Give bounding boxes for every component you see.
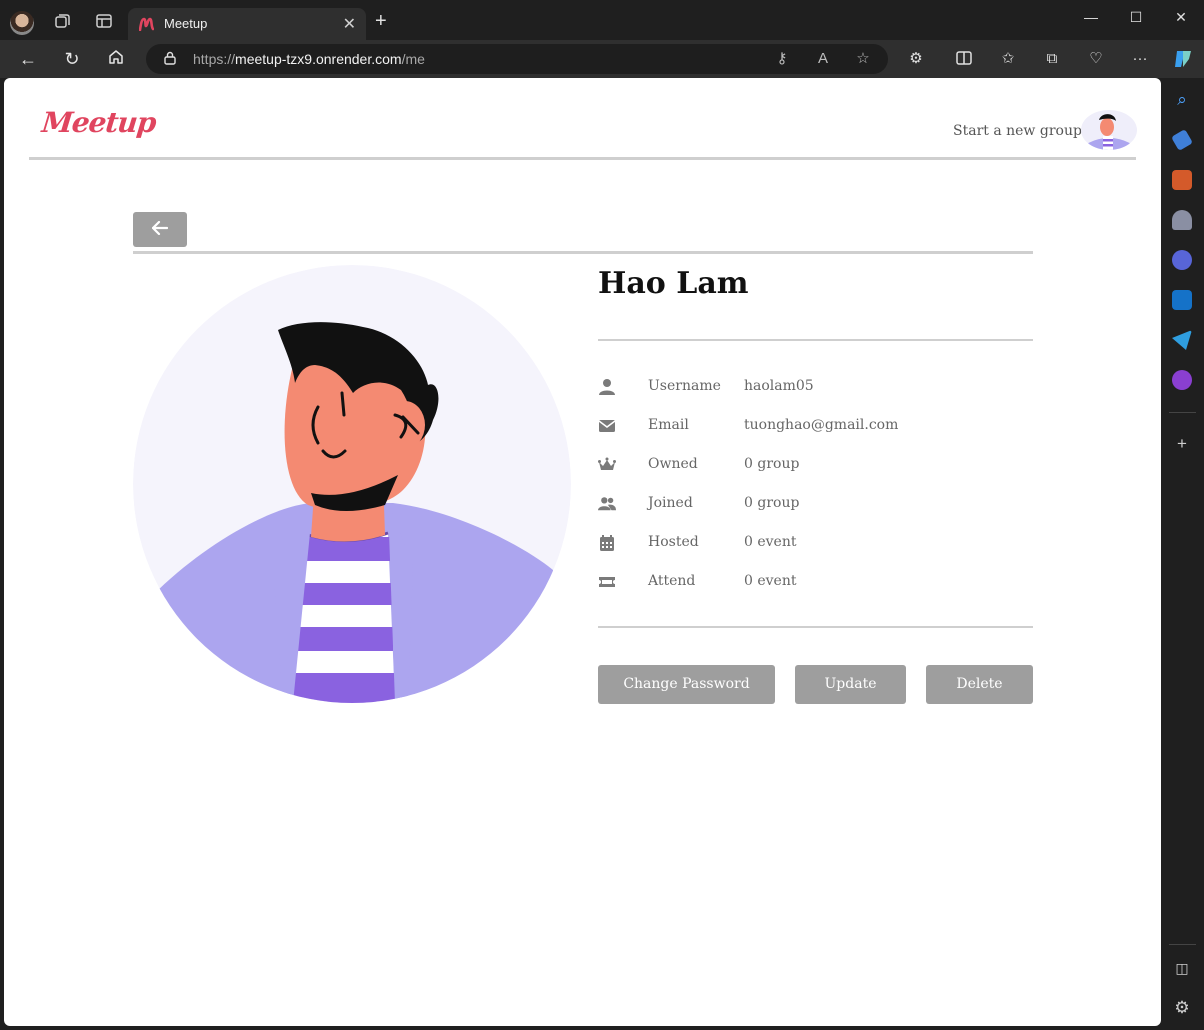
- site-header: Meetup Start a new group: [29, 78, 1137, 160]
- lock-icon[interactable]: [164, 51, 176, 65]
- divider: [598, 626, 1033, 628]
- info-value: 0 event: [744, 534, 797, 550]
- minimize-icon[interactable]: —: [1081, 7, 1101, 27]
- extensions-icon[interactable]: ⚙: [906, 49, 926, 69]
- maximize-icon[interactable]: ☐: [1126, 7, 1146, 27]
- shopping-tag-icon[interactable]: [1171, 129, 1193, 151]
- info-value: 0 group: [744, 456, 800, 472]
- divider: [133, 251, 1033, 254]
- browser-essentials-icon[interactable]: ♡: [1086, 49, 1106, 69]
- info-label: Joined: [648, 495, 693, 511]
- tab-title: Meetup: [164, 16, 208, 31]
- meetup-logo[interactable]: Meetup: [40, 106, 157, 139]
- tab-meetup[interactable]: Meetup ✕: [128, 8, 366, 40]
- address-bar[interactable]: https://meetup-tzx9.onrender.com/me ⚷ A …: [146, 44, 888, 74]
- new-tab-icon[interactable]: +: [375, 11, 387, 31]
- favorite-star-icon[interactable]: ☆: [853, 49, 873, 69]
- favorites-icon[interactable]: ✩: [998, 49, 1018, 69]
- url-scheme: https://: [193, 51, 236, 67]
- more-menu-icon[interactable]: ···: [1130, 49, 1150, 69]
- users-icon: [598, 497, 616, 511]
- start-new-group-link[interactable]: Start a new group: [953, 123, 1082, 139]
- page-viewport: Meetup Start a new group Hao Lam Usernam…: [4, 78, 1161, 1026]
- info-row-username: Username haolam05: [598, 376, 1033, 400]
- browser-toolbar: ← ↻ https://meetup-tzx9.onrender.com/me …: [0, 40, 1204, 78]
- meetup-favicon-icon: [139, 17, 154, 31]
- split-screen-icon[interactable]: [954, 49, 974, 69]
- info-value: tuonghao@gmail.com: [744, 417, 899, 433]
- search-icon[interactable]: ⌕: [1172, 90, 1192, 110]
- hide-sidebar-icon[interactable]: ◫: [1172, 958, 1192, 978]
- info-label: Hosted: [648, 534, 699, 550]
- info-row-owned: Owned 0 group: [598, 454, 1033, 478]
- close-window-icon[interactable]: ✕: [1171, 7, 1191, 27]
- info-row-email: Email tuonghao@gmail.com: [598, 415, 1033, 439]
- crown-icon: [598, 457, 616, 470]
- info-label: Owned: [648, 456, 698, 472]
- envelope-icon: [598, 420, 616, 432]
- info-row-attend: Attend 0 event: [598, 571, 1033, 595]
- tools-briefcase-icon[interactable]: [1172, 170, 1192, 190]
- info-label: Email: [648, 417, 689, 433]
- info-label: Attend: [648, 573, 696, 589]
- tab-close-icon[interactable]: ✕: [343, 14, 356, 34]
- key-icon[interactable]: ⚷: [772, 49, 792, 69]
- ticket-icon: [599, 577, 615, 587]
- info-row-joined: Joined 0 group: [598, 493, 1033, 517]
- collections-icon[interactable]: ⧉: [1042, 49, 1062, 69]
- profile-avatar[interactable]: [10, 11, 34, 35]
- arrow-left-icon: [151, 220, 169, 236]
- info-value: 0 event: [744, 573, 797, 589]
- change-password-button[interactable]: Change Password: [598, 665, 775, 704]
- tab-actions-icon[interactable]: [94, 12, 114, 32]
- copilot-icon[interactable]: [1172, 49, 1194, 69]
- edge-sidebar: ⌕ + ◫ ⚙: [1161, 78, 1204, 1030]
- copilot-app-icon[interactable]: [1172, 250, 1192, 270]
- back-icon[interactable]: ←: [17, 48, 39, 70]
- url-path: /me: [401, 51, 425, 67]
- url-host: meetup-tzx9.onrender.com: [235, 51, 402, 67]
- send-icon[interactable]: [1172, 330, 1192, 350]
- info-value: 0 group: [744, 495, 800, 511]
- user-icon: [599, 379, 615, 395]
- outlook-icon[interactable]: [1172, 290, 1192, 310]
- workspaces-icon[interactable]: [52, 12, 72, 32]
- u-app-icon[interactable]: [1172, 370, 1192, 390]
- url-text[interactable]: https://meetup-tzx9.onrender.com/me: [193, 51, 425, 67]
- profile-avatar-image: [133, 265, 571, 703]
- back-button[interactable]: [133, 212, 187, 247]
- browser-titlebar: Meetup ✕ + — ☐ ✕: [0, 0, 1204, 40]
- settings-gear-icon[interactable]: ⚙: [1172, 998, 1192, 1018]
- sidebar-divider: [1169, 944, 1196, 945]
- add-app-icon[interactable]: +: [1172, 434, 1192, 454]
- games-icon[interactable]: [1172, 210, 1192, 230]
- delete-button[interactable]: Delete: [926, 665, 1033, 704]
- info-label: Username: [648, 378, 721, 394]
- home-icon[interactable]: [105, 48, 127, 70]
- divider: [598, 339, 1033, 341]
- calendar-icon: [600, 535, 614, 551]
- info-row-hosted: Hosted 0 event: [598, 532, 1033, 556]
- profile-name: Hao Lam: [598, 266, 749, 301]
- refresh-icon[interactable]: ↻: [61, 48, 83, 70]
- info-value: haolam05: [744, 378, 814, 394]
- sidebar-divider: [1169, 412, 1196, 413]
- user-avatar-menu[interactable]: [1081, 110, 1137, 150]
- read-aloud-icon[interactable]: A: [813, 49, 833, 69]
- update-button[interactable]: Update: [795, 665, 906, 704]
